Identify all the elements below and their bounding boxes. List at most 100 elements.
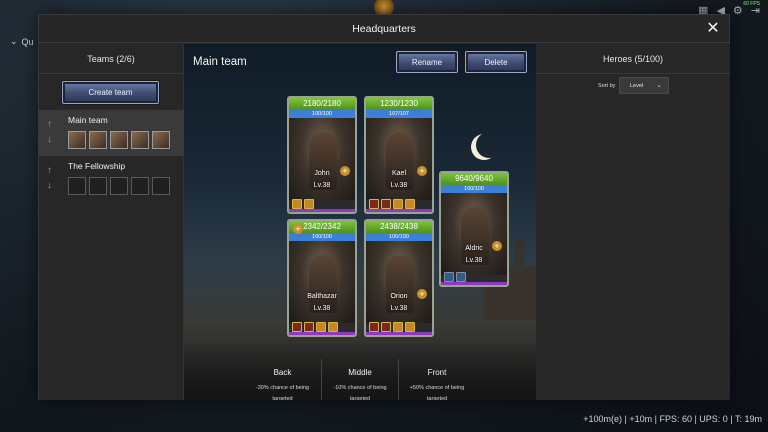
lane-name: Front	[427, 368, 447, 377]
hero-level: Lv.38	[390, 305, 408, 312]
skill-icon[interactable]	[316, 322, 326, 332]
modal-title: Headquarters	[352, 22, 416, 35]
skill-icon[interactable]	[405, 199, 415, 209]
lane-note-line: -30% chance of being	[255, 385, 310, 391]
lane-back: Back -30% chance of being targeted	[244, 359, 321, 400]
create-team-button[interactable]: Create team	[62, 81, 159, 104]
skill-icon[interactable]	[369, 322, 379, 332]
lane-note-line: +50% chance of being	[409, 385, 465, 391]
lane-note-line: targeted	[272, 396, 293, 400]
team-name: The Fellowship	[68, 161, 126, 171]
rename-button[interactable]: Rename	[396, 51, 458, 73]
mp-bar: 100/100	[289, 233, 355, 241]
hero-level: Lv.38	[313, 305, 331, 312]
hero-level: Lv.38	[465, 257, 483, 264]
upgrade-plus-icon[interactable]: +	[293, 224, 303, 234]
hero-card-kael[interactable]: 1230/1230 107/107 + Kael Lv.38	[364, 96, 434, 214]
skill-icon[interactable]	[369, 199, 379, 209]
hp-bar: 2438/2438	[366, 221, 432, 233]
close-icon[interactable]: ✕	[705, 21, 721, 37]
skill-icon[interactable]	[381, 322, 391, 332]
modal-header: Headquarters ✕	[39, 15, 729, 43]
hero-slot-empty[interactable]	[131, 177, 149, 195]
lane-note: -30% chance of being targeted	[244, 383, 321, 400]
hero-card-balthazar[interactable]: 2342/2342 100/100 + Balthazar Lv.38	[287, 219, 357, 337]
hero-slot-empty[interactable]	[68, 177, 86, 195]
debug-stats: +100m(e) | +10m | FPS: 60 | UPS: 0 | T: …	[583, 414, 762, 424]
lane-note-line: targeted	[349, 396, 371, 400]
hp-bar: 2180/2180	[289, 98, 355, 110]
moon-decoration	[476, 132, 502, 158]
team-row-main-team[interactable]: ↑ ↓ Main team	[39, 110, 184, 156]
team-slots	[68, 177, 170, 195]
arrow-down-icon[interactable]: ↓	[47, 132, 57, 147]
hero-slot-empty[interactable]	[110, 177, 128, 195]
hero-slot[interactable]	[152, 131, 170, 149]
lane-front: Front +50% chance of being targeted	[398, 359, 475, 400]
hp-bar: 1230/1230	[366, 98, 432, 110]
hero-slot[interactable]	[68, 131, 86, 149]
rarity-strip	[441, 282, 507, 285]
lane-name: Middle	[348, 368, 372, 377]
team-row-the-fellowship[interactable]: ↑ ↓ The Fellowship	[39, 156, 184, 202]
skill-icon[interactable]	[405, 322, 415, 332]
hero-level: Lv.38	[313, 182, 331, 189]
mp-bar: 100/100	[441, 185, 507, 193]
rarity-strip	[289, 209, 355, 212]
quest-tracker[interactable]: ⌄ Qu	[10, 36, 34, 47]
hero-card-orion[interactable]: 2438/2438 100/100 + Orion Lv.38	[364, 219, 434, 337]
skill-icon[interactable]	[304, 199, 314, 209]
arrow-up-icon[interactable]: ↑	[47, 163, 57, 178]
arrow-up-icon[interactable]: ↑	[47, 117, 57, 132]
hero-card-john[interactable]: 2180/2180 100/100 + John Lv.38	[287, 96, 357, 214]
hero-card-aldric[interactable]: 9640/9640 100/100 + Aldric Lv.38	[439, 171, 509, 287]
skill-icons	[369, 322, 415, 332]
team-title: Main team	[193, 56, 247, 68]
skill-icon[interactable]	[292, 199, 302, 209]
hero-slot-empty[interactable]	[89, 177, 107, 195]
exit-icon[interactable]: ⇥	[751, 4, 760, 17]
mp-bar: 100/100	[289, 110, 355, 118]
hero-slot[interactable]	[110, 131, 128, 149]
chevron-down-icon: ⌄	[10, 36, 18, 46]
reorder-arrows: ↑ ↓	[47, 117, 57, 147]
team-slots	[68, 131, 170, 149]
skill-icon[interactable]	[393, 322, 403, 332]
skill-icon[interactable]	[444, 272, 454, 282]
lane-note: +50% chance of being targeted	[399, 383, 475, 400]
hero-slot-empty[interactable]	[152, 177, 170, 195]
hp-bar: 9640/9640	[441, 173, 507, 185]
skill-icon[interactable]	[292, 322, 302, 332]
sort-value: Level	[630, 82, 644, 89]
skill-icon[interactable]	[304, 322, 314, 332]
lane-note: -10% chance of being targeted	[322, 383, 398, 400]
hero-slot[interactable]	[131, 131, 149, 149]
hero-name: Kael	[391, 170, 406, 177]
mp-bar: 100/100	[366, 233, 432, 241]
hero-name: Balthazar	[307, 293, 337, 300]
skill-icons	[292, 199, 314, 209]
hero-name: Aldric	[465, 245, 483, 252]
teams-panel: Teams (2/6) Create team ↑ ↓ Main team ↑ …	[39, 44, 184, 400]
sort-select[interactable]: Level ⌄	[619, 77, 669, 94]
hero-level: Lv.38	[390, 182, 408, 189]
arrow-down-icon[interactable]: ↓	[47, 178, 57, 193]
lane-note-line: -10% chance of being	[333, 385, 387, 391]
heroes-panel: Heroes (5/100) Sort by Level ⌄	[536, 44, 730, 400]
rarity-strip	[366, 209, 432, 212]
hero-slot[interactable]	[89, 131, 107, 149]
rarity-strip	[366, 332, 432, 335]
mp-bar: 107/107	[366, 110, 432, 118]
hero-name: John	[314, 170, 330, 177]
skill-icon[interactable]	[328, 322, 338, 332]
skill-icon[interactable]	[393, 199, 403, 209]
gear-icon[interactable]: ⚙	[733, 4, 743, 17]
quest-label: Qu	[21, 36, 34, 47]
sort-label: Sort by	[598, 83, 616, 89]
delete-button[interactable]: Delete	[465, 51, 527, 73]
skill-icon[interactable]	[456, 272, 466, 282]
lane-middle: Middle -10% chance of being targeted	[321, 359, 398, 400]
skill-icon[interactable]	[381, 199, 391, 209]
skill-icons	[444, 272, 466, 282]
chevron-down-icon: ⌄	[656, 82, 662, 89]
